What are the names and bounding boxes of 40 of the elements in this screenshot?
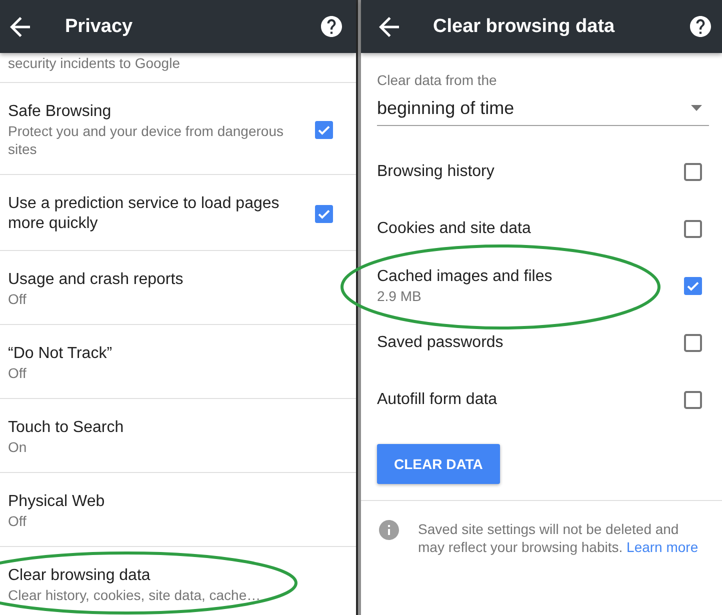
checkbox[interactable] <box>684 276 702 294</box>
checkbox[interactable] <box>315 205 333 223</box>
checkbox[interactable] <box>684 162 702 180</box>
learn-more-link[interactable]: Learn more <box>626 539 698 555</box>
setting-title: Clear browsing data <box>8 566 152 586</box>
help-icon[interactable] <box>321 16 342 37</box>
option-label: Browsing history <box>377 162 494 182</box>
option-label: Autofill form data <box>377 390 498 410</box>
setting-summary: Protect you and your device from dangerous sites <box>8 122 284 158</box>
caret-icon <box>691 105 702 111</box>
option-label: Saved passwords <box>377 332 504 352</box>
setting-summary: Clear history, cookies, site data, cache… <box>8 586 262 604</box>
notice-text: Saved site settings will not be deleted and may reflect your browsing habits. Learn more <box>418 520 700 556</box>
info-icon <box>379 520 399 540</box>
help-icon[interactable] <box>690 16 711 37</box>
setting-title: Safe Browsing <box>8 102 112 122</box>
setting-summary: Off <box>8 512 28 530</box>
time-range-dropdown[interactable]: beginning of time <box>377 96 709 126</box>
setting-title: Touch to Search <box>8 418 125 438</box>
setting-title: Usage and crash reports <box>8 270 184 290</box>
option-label: Cookies and site data <box>377 218 531 238</box>
setting-summary: Off <box>8 364 28 382</box>
back-icon[interactable] <box>379 16 399 36</box>
checkbox[interactable] <box>315 121 333 139</box>
dropdown-label: Clear data from the <box>377 71 498 89</box>
back-icon[interactable] <box>10 16 30 36</box>
screen-title: Privacy <box>65 14 134 38</box>
setting-summary: On <box>8 438 28 456</box>
setting-summary: security incidents to Google <box>8 54 181 72</box>
setting-title: Physical Web <box>8 492 106 512</box>
option-size: 2.9 MB <box>377 286 422 304</box>
clear-data-button[interactable]: CLEAR DATA <box>377 444 500 484</box>
setting-title: Use a prediction service to load pages more quickly <box>8 194 280 234</box>
checkbox[interactable] <box>684 220 702 238</box>
checkbox[interactable] <box>684 390 702 408</box>
setting-title: “Do Not Track” <box>8 344 114 364</box>
checkbox[interactable] <box>684 334 702 352</box>
setting-summary: Off <box>8 290 28 308</box>
option-label: Cached images and files <box>377 266 552 286</box>
screen-title: Clear browsing data <box>433 14 616 38</box>
